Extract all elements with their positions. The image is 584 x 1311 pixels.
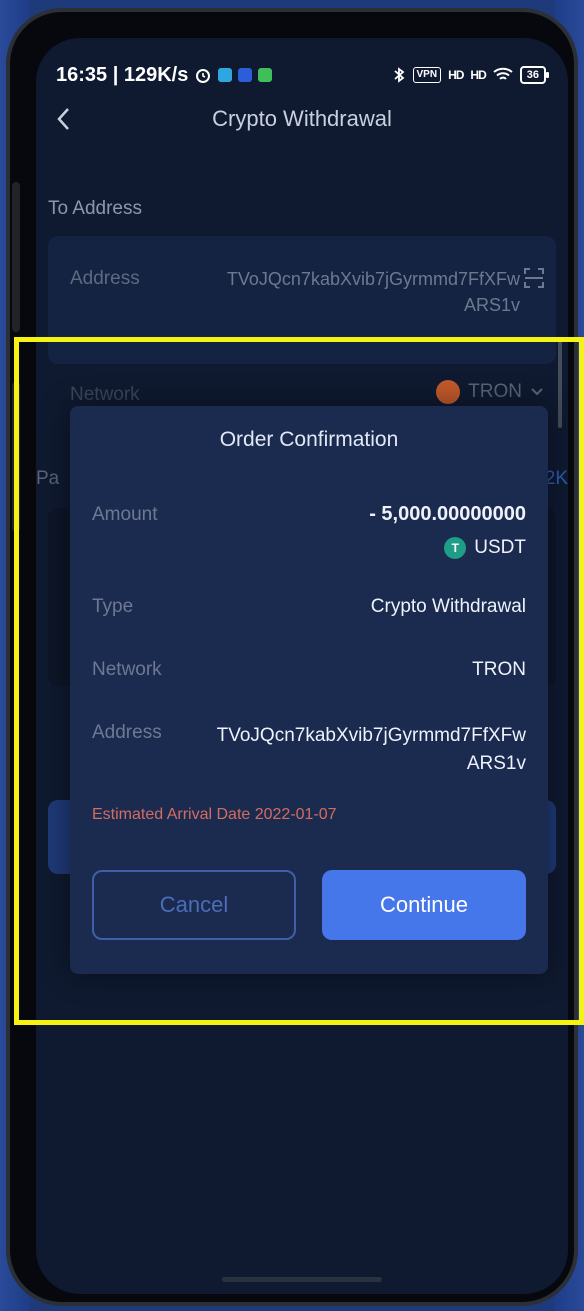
page-title: Crypto Withdrawal <box>212 106 392 131</box>
battery-icon: 36 <box>519 66 550 84</box>
network-key: Network <box>92 659 162 680</box>
app-notification-icon <box>258 68 273 82</box>
to-address-label: To Address <box>48 198 142 219</box>
status-time: 16:35 | 129K/s <box>56 63 189 86</box>
amount-value: - 5,000.00000000 <box>369 503 526 525</box>
wifi-icon <box>493 67 513 80</box>
phone-frame: 16:35 | 129K/s VPN HD HD 36 Crypto Withd… <box>6 8 578 1306</box>
volume-button <box>12 182 20 332</box>
app-notification-icon <box>238 68 253 82</box>
continue-button[interactable]: Continue <box>322 870 526 940</box>
currency-row: T USDT <box>444 537 526 559</box>
scrollbar[interactable] <box>558 338 562 428</box>
amount-key: Amount <box>92 504 158 525</box>
address-key: Address <box>92 722 162 743</box>
type-value: Crypto Withdrawal <box>370 596 526 617</box>
bluetooth-icon <box>393 67 404 83</box>
network-value: TRON <box>468 381 522 402</box>
home-indicator[interactable] <box>222 1277 382 1282</box>
address-input-card[interactable]: Address TVoJQcn7kabXvib7jGyrmmd7FfXFw AR… <box>48 236 556 364</box>
vpn-icon: VPN <box>412 67 442 83</box>
alarm-icon <box>196 69 211 83</box>
nav-bar: Crypto Withdrawal <box>36 98 568 142</box>
address-key: Address <box>70 268 140 289</box>
network-key: Network <box>70 384 140 405</box>
power-button <box>12 382 20 532</box>
tron-icon <box>436 380 461 404</box>
dialog-title: Order Confirmation <box>219 428 399 451</box>
app-notification-icon <box>218 68 233 82</box>
currency-label: USDT <box>474 537 526 558</box>
address-value: TVoJQcn7kabXvib7jGyrmmd7FfXFw ARS1v <box>216 725 526 774</box>
signal-icon: HD <box>470 68 486 82</box>
app-screen: 16:35 | 129K/s VPN HD HD 36 Crypto Withd… <box>36 38 568 1294</box>
signal-icon: HD <box>448 68 464 82</box>
type-key: Type <box>92 596 134 617</box>
scan-icon[interactable] <box>522 266 546 290</box>
chevron-down-icon <box>531 388 543 396</box>
address-value[interactable]: TVoJQcn7kabXvib7jGyrmmd7FfXFw ARS1v <box>178 266 520 318</box>
usdt-icon: T <box>444 537 467 559</box>
partial-value: 2K <box>544 468 568 489</box>
partial-label: Pa <box>36 468 60 489</box>
status-bar: 16:35 | 129K/s VPN HD HD 36 <box>56 60 550 90</box>
network-value: TRON <box>472 659 526 680</box>
cancel-button[interactable]: Cancel <box>92 870 296 940</box>
order-confirmation-dialog: Order Confirmation Amount - 5,000.000000… <box>70 406 548 974</box>
estimated-arrival: Estimated Arrival Date 2022-01-07 <box>92 806 337 823</box>
